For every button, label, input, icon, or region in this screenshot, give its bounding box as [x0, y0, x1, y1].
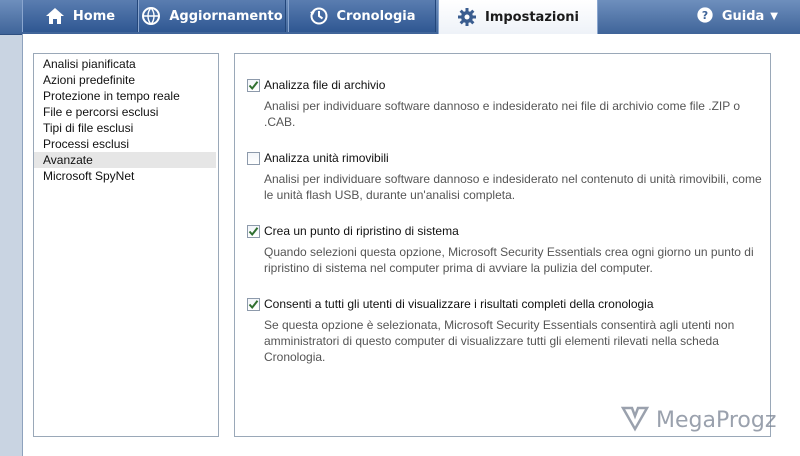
- update-globe-icon: [141, 6, 161, 26]
- option-label: Crea un punto di ripristino di sistema: [264, 224, 459, 238]
- watermark-text: MegaProgz: [656, 407, 777, 433]
- watermark: MegaProgz: [620, 402, 776, 438]
- settings-nav-list: Analisi pianificata Azioni predefinite P…: [33, 53, 219, 437]
- tab-label: Cronologia: [336, 8, 416, 24]
- settings-panel: Analisi pianificata Azioni predefinite P…: [22, 34, 800, 456]
- removable-drives-checkbox[interactable]: [247, 151, 260, 165]
- tab-bar: Home Aggiornamento Cronologia Impostazio…: [0, 0, 800, 35]
- tab-home[interactable]: Home: [22, 0, 138, 32]
- chevron-down-icon: ▼: [770, 10, 778, 22]
- help-menu[interactable]: ? Guida ▼: [696, 0, 778, 32]
- option-history-all-users: Consenti a tutti gli utenti di visualizz…: [247, 297, 757, 365]
- advanced-options: Analizza file di archivio Analisi per in…: [234, 53, 771, 437]
- history-all-users-checkbox[interactable]: [247, 297, 260, 311]
- option-restore-point: Crea un punto di ripristino di sistema Q…: [247, 224, 757, 276]
- option-label: Analizza unità rimovibili: [264, 151, 389, 165]
- nav-item-processi-esclusi[interactable]: Processi esclusi: [34, 136, 218, 152]
- option-archive-scan: Analizza file di archivio Analisi per in…: [247, 78, 757, 130]
- option-removable-drives: Analizza unità rimovibili Analisi per in…: [247, 151, 762, 203]
- tab-cronologia[interactable]: Cronologia: [288, 0, 436, 32]
- history-icon: [309, 6, 329, 26]
- nav-item-tipi-file-esclusi[interactable]: Tipi di file esclusi: [34, 120, 218, 136]
- tab-label: Impostazioni: [484, 9, 579, 25]
- gear-icon: [457, 7, 477, 27]
- restore-point-checkbox[interactable]: [247, 224, 260, 238]
- nav-item-azioni-predefinite[interactable]: Azioni predefinite: [34, 72, 218, 88]
- nav-item-avanzate[interactable]: Avanzate: [34, 152, 216, 168]
- option-description: Quando selezioni questa opzione, Microso…: [264, 245, 754, 275]
- tab-aggiornamento[interactable]: Aggiornamento: [138, 0, 286, 32]
- watermark-logo-icon: [620, 402, 650, 438]
- tab-impostazioni[interactable]: Impostazioni: [438, 0, 598, 34]
- option-description: Se questa opzione è selezionata, Microso…: [264, 318, 735, 364]
- nav-item-microsoft-spynet[interactable]: Microsoft SpyNet: [34, 168, 218, 184]
- nav-item-file-percorsi-esclusi[interactable]: File e percorsi esclusi: [34, 104, 218, 120]
- svg-text:?: ?: [702, 9, 708, 22]
- help-label: Guida: [721, 8, 765, 24]
- archive-scan-checkbox[interactable]: [247, 78, 260, 92]
- home-icon: [45, 6, 65, 26]
- option-label: Consenti a tutti gli utenti di visualizz…: [264, 297, 654, 311]
- nav-item-protezione-tempo-reale[interactable]: Protezione in tempo reale: [34, 88, 218, 104]
- tab-label: Home: [72, 8, 116, 24]
- tab-label: Aggiornamento: [169, 8, 283, 24]
- help-icon: ?: [696, 6, 716, 26]
- option-description: Analisi per individuare software dannoso…: [264, 99, 741, 129]
- option-description: Analisi per individuare software dannoso…: [264, 172, 762, 202]
- nav-item-analisi-pianificata[interactable]: Analisi pianificata: [34, 56, 218, 72]
- option-label: Analizza file di archivio: [264, 78, 386, 92]
